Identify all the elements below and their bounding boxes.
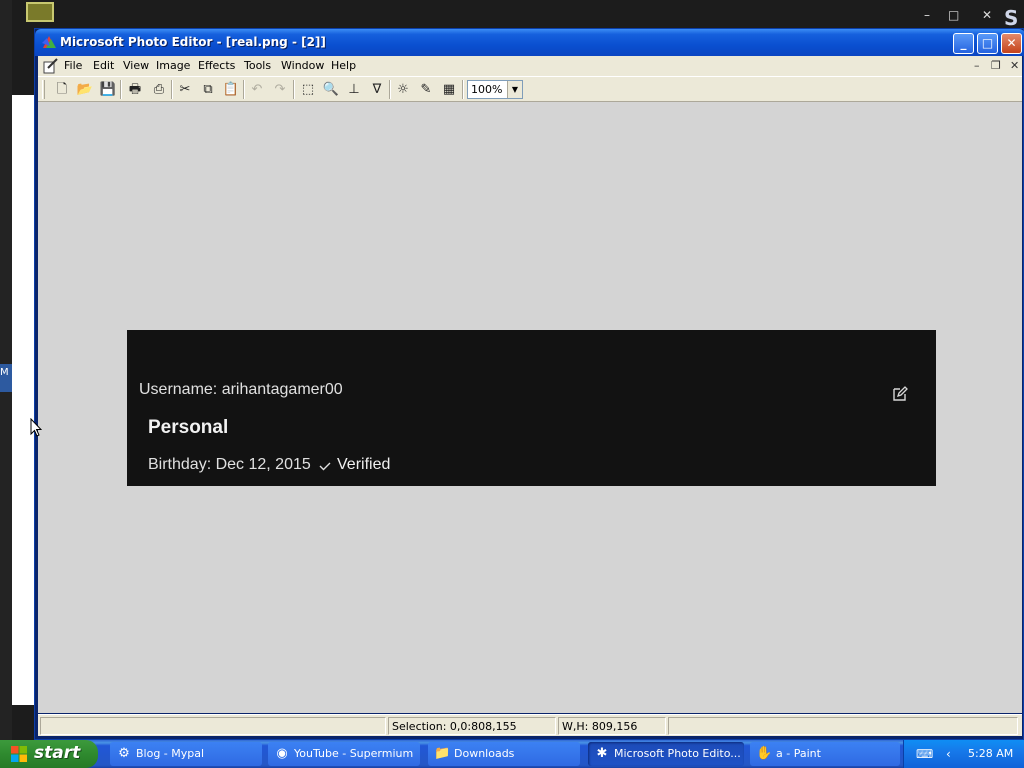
verified-label: Verified bbox=[337, 456, 391, 473]
browser-icon: ⚙ bbox=[118, 746, 130, 761]
pencil-icon[interactable]: ✎ bbox=[417, 81, 435, 99]
menu-file[interactable]: File bbox=[64, 59, 82, 72]
taskbar-item-label: Downloads bbox=[454, 747, 515, 760]
properties-icon[interactable]: ▦ bbox=[440, 81, 458, 99]
toolbar-separator bbox=[293, 80, 295, 99]
background-minimize-button[interactable]: – bbox=[924, 8, 930, 22]
text-icon[interactable]: ⊥ bbox=[345, 81, 363, 99]
menu-tools[interactable]: Tools bbox=[244, 59, 271, 72]
toolbar-separator bbox=[120, 80, 122, 99]
username-text: Username: arihantagamer00 bbox=[139, 381, 343, 398]
status-size: W,H: 809,156 bbox=[558, 717, 666, 735]
redo-icon[interactable]: ↷ bbox=[271, 81, 289, 99]
taskbar-item-blog[interactable]: ⚙ Blog - Mypal bbox=[110, 742, 262, 766]
toolbar-separator bbox=[389, 80, 391, 99]
start-label: start bbox=[34, 743, 81, 763]
document-minimize-button[interactable]: – bbox=[974, 59, 980, 72]
paste-icon[interactable]: 📋 bbox=[222, 81, 240, 99]
zoom-select[interactable]: 100% ▼ bbox=[467, 80, 523, 99]
photo-editor-icon bbox=[42, 36, 56, 48]
print-icon[interactable]: 🖶 bbox=[126, 81, 144, 99]
open-icon[interactable]: 📂 bbox=[76, 81, 94, 99]
document-close-button[interactable]: ✕ bbox=[1010, 59, 1019, 72]
menu-edit[interactable]: Edit bbox=[93, 59, 114, 72]
mouse-cursor-icon bbox=[30, 418, 42, 437]
status-bar: Selection: 0,0:808,155 W,H: 809,156 bbox=[38, 714, 1022, 736]
start-button[interactable]: start bbox=[0, 740, 98, 768]
taskbar-item-photo-editor[interactable]: ✱ Microsoft Photo Edito... bbox=[588, 742, 744, 766]
taskbar-item-label: YouTube - Supermium bbox=[294, 747, 414, 760]
clock[interactable]: 5:28 AM bbox=[968, 747, 1013, 760]
undo-icon[interactable]: ↶ bbox=[248, 81, 266, 99]
zoom-icon[interactable]: 🔍 bbox=[322, 81, 340, 99]
image-workspace[interactable]: Username: arihantagamer00 Personal Birth… bbox=[38, 102, 1022, 713]
birthday-text: Birthday: Dec 12, 2015 bbox=[148, 456, 311, 473]
background-window-content bbox=[12, 95, 36, 705]
menu-view[interactable]: View bbox=[123, 59, 149, 72]
taskbar-item-label: Blog - Mypal bbox=[136, 747, 205, 760]
status-pane-extra bbox=[668, 717, 1018, 735]
toolbar: 🗋 📂 💾 🖶 ⎙ ✂ ⧉ 📋 ↶ ↷ ⬚ 🔍 ⊥ ∇ ☼ ✎ ▦ 100% ▼ bbox=[38, 76, 1022, 102]
window-title: Microsoft Photo Editor - [real.png - [2]… bbox=[60, 35, 326, 49]
background-maximize-button[interactable]: □ bbox=[948, 8, 959, 22]
chevron-down-icon[interactable]: ▼ bbox=[507, 81, 522, 98]
menu-window[interactable]: Window bbox=[281, 59, 324, 72]
status-selection: Selection: 0,0:808,155 bbox=[388, 717, 556, 735]
windows-logo-icon bbox=[11, 746, 27, 762]
select-icon[interactable]: ⬚ bbox=[299, 81, 317, 99]
check-icon bbox=[319, 462, 331, 471]
photo-editor-icon: ✱ bbox=[596, 746, 608, 761]
folder-icon: 📁 bbox=[434, 746, 451, 761]
minimize-button[interactable]: _ bbox=[953, 33, 974, 54]
edit-icon bbox=[893, 386, 908, 401]
menu-image[interactable]: Image bbox=[156, 59, 190, 72]
scan-icon[interactable]: ⎙ bbox=[150, 81, 168, 99]
copy-icon[interactable]: ⧉ bbox=[199, 81, 217, 99]
paint-icon: ✋ bbox=[756, 746, 773, 761]
menu-help[interactable]: Help bbox=[331, 59, 356, 72]
brightness-icon[interactable]: ☼ bbox=[394, 81, 412, 99]
taskbar-item-label: a - Paint bbox=[776, 747, 821, 760]
photo-editor-window: Microsoft Photo Editor - [real.png - [2]… bbox=[34, 28, 1024, 740]
document-restore-button[interactable]: ❐ bbox=[991, 59, 1001, 72]
menu-bar: File Edit View Image Effects Tools Windo… bbox=[38, 56, 1022, 76]
taskbar-item-youtube[interactable]: ◉ YouTube - Supermium bbox=[268, 742, 420, 766]
menu-effects[interactable]: Effects bbox=[198, 59, 235, 72]
system-tray: ⌨ ‹ 5:28 AM bbox=[903, 740, 1024, 768]
browser-icon: ◉ bbox=[276, 746, 288, 761]
taskbar-item-paint[interactable]: ✋ a - Paint bbox=[750, 742, 900, 766]
image-canvas[interactable]: Username: arihantagamer00 Personal Birth… bbox=[127, 330, 936, 486]
zoom-value: 100% bbox=[471, 83, 503, 96]
background-close-button[interactable]: ✕ bbox=[982, 8, 992, 22]
personal-heading: Personal bbox=[148, 417, 229, 438]
status-pane-main bbox=[40, 717, 386, 735]
toolbar-separator bbox=[462, 80, 464, 99]
background-app-logo bbox=[26, 2, 54, 22]
eyedropper-icon[interactable]: ∇ bbox=[368, 81, 386, 99]
close-button[interactable]: ✕ bbox=[1001, 33, 1022, 54]
toolbar-separator bbox=[243, 80, 245, 99]
taskbar: start ⚙ Blog - Mypal ◉ YouTube - Supermi… bbox=[0, 740, 1024, 768]
background-window-letter: S bbox=[1004, 6, 1019, 30]
document-icon[interactable] bbox=[42, 58, 58, 74]
toolbar-grip[interactable] bbox=[42, 80, 45, 99]
title-bar[interactable]: Microsoft Photo Editor - [real.png - [2]… bbox=[35, 29, 1024, 56]
cut-icon[interactable]: ✂ bbox=[176, 81, 194, 99]
taskbar-item-downloads[interactable]: 📁 Downloads bbox=[428, 742, 580, 766]
keyboard-icon[interactable]: ⌨ bbox=[916, 747, 933, 761]
maximize-button[interactable]: □ bbox=[977, 33, 998, 54]
toolbar-separator bbox=[171, 80, 173, 99]
save-icon[interactable]: 💾 bbox=[99, 81, 117, 99]
taskbar-item-label: Microsoft Photo Edito... bbox=[614, 747, 741, 760]
chevron-left-icon[interactable]: ‹ bbox=[946, 747, 951, 761]
new-icon[interactable]: 🗋 bbox=[53, 81, 71, 99]
background-tab[interactable]: M bbox=[0, 364, 12, 392]
